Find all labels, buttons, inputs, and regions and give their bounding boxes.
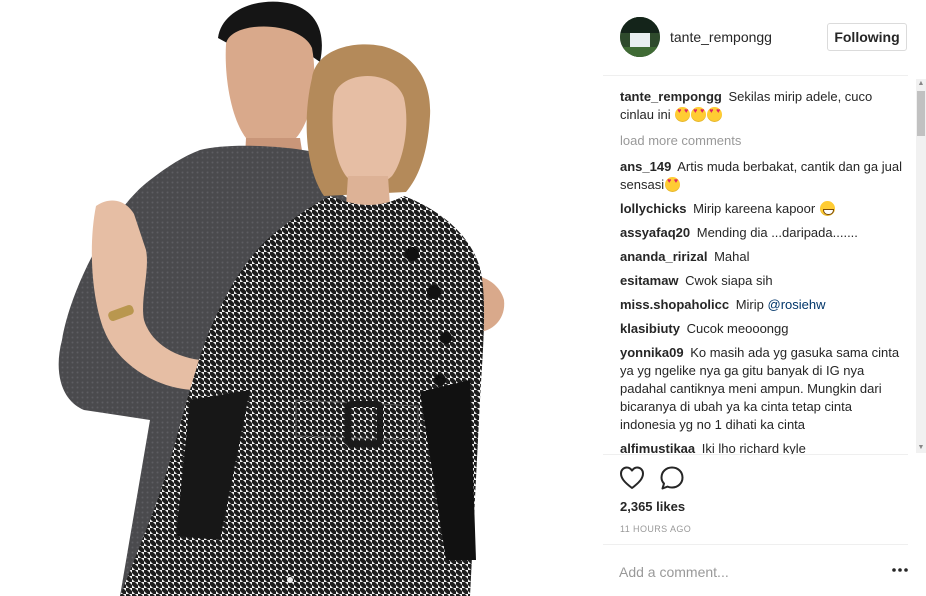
- load-more-comments-link[interactable]: load more comments: [620, 132, 908, 150]
- comment-username[interactable]: yonnika09: [620, 345, 684, 360]
- scroll-thumb[interactable]: [917, 91, 925, 136]
- scroll-down-arrow-icon[interactable]: ▼: [916, 443, 926, 453]
- post-actions: 2,365 likes 11 HOURS AGO: [603, 454, 908, 544]
- comment-input[interactable]: [619, 562, 859, 582]
- post-timestamp[interactable]: 11 HOURS AGO: [620, 524, 691, 534]
- header-username[interactable]: tante_rempongg: [670, 29, 772, 45]
- comment-text: Mending dia ...daripada.......: [696, 225, 858, 240]
- fashion-photo: [0, 0, 603, 596]
- caption-username[interactable]: tante_rempongg: [620, 89, 722, 104]
- comment-item: esitamaw Cwok siapa sih: [620, 272, 908, 290]
- avatar-image: [620, 17, 660, 57]
- comment-username[interactable]: alfimustikaa: [620, 441, 695, 454]
- likes-count[interactable]: 2,365 likes: [620, 499, 685, 514]
- comment-username[interactable]: ananda_ririzal: [620, 249, 707, 264]
- heart-icon[interactable]: [618, 464, 646, 492]
- following-button[interactable]: Following: [827, 23, 907, 51]
- scroll-up-arrow-icon[interactable]: ▲: [916, 79, 926, 89]
- heart-eyes-emoji-icon: [707, 107, 723, 122]
- post-header: tante_rempongg Following: [603, 0, 908, 76]
- post-side-panel: tante_rempongg Following tante_rempongg …: [603, 0, 926, 596]
- comment-item: ans_149 Artis muda berbakat, cantik dan …: [620, 158, 908, 194]
- comment-text: Mirip: [735, 297, 764, 312]
- comment-text: Cucok meooongg: [686, 321, 789, 336]
- comment-item: assyafaq20 Mending dia ...daripada......…: [620, 224, 908, 242]
- comment-text: Cwok siapa sih: [685, 273, 773, 288]
- add-comment-bar: [603, 544, 908, 596]
- heart-eyes-emoji-icon: [665, 177, 681, 192]
- comment-bubble-icon[interactable]: [658, 464, 686, 492]
- comment-text: Iki lho richard kyle: [701, 441, 806, 454]
- post-image[interactable]: [0, 0, 603, 596]
- comment-item: alfimustikaa Iki lho richard kyle: [620, 440, 908, 454]
- comments-list: tante_rempongg Sekilas mirip adele, cuco…: [620, 88, 908, 454]
- heart-eyes-emoji-icon: [675, 107, 691, 122]
- comment-mention-link[interactable]: @rosiehw: [768, 297, 826, 312]
- comment-username[interactable]: assyafaq20: [620, 225, 690, 240]
- comment-item: yonnika09 Ko masih ada yg gasuka sama ci…: [620, 344, 908, 434]
- comment-username[interactable]: lollychicks: [620, 201, 686, 216]
- comment-item: ananda_ririzal Mahal: [620, 248, 908, 266]
- comment-item: miss.shopaholicc Mirip @rosiehw: [620, 296, 908, 314]
- comment-item: klasibiuty Cucok meooongg: [620, 320, 908, 338]
- comment-username[interactable]: klasibiuty: [620, 321, 680, 336]
- comment-item: lollychicks Mirip kareena kapoor: [620, 200, 908, 218]
- comment-username[interactable]: ans_149: [620, 159, 671, 174]
- comment-username[interactable]: esitamaw: [620, 273, 679, 288]
- comment-username[interactable]: miss.shopaholicc: [620, 297, 729, 312]
- caption: tante_rempongg Sekilas mirip adele, cuco…: [620, 88, 908, 124]
- more-options-icon[interactable]: [891, 563, 909, 577]
- heart-eyes-emoji-icon: [691, 107, 707, 122]
- comments-scrollbar[interactable]: ▲ ▼: [916, 79, 926, 453]
- avatar[interactable]: [620, 17, 660, 57]
- comment-text: Mirip kareena kapoor: [693, 201, 816, 216]
- comment-text: Mahal: [714, 249, 750, 264]
- grinning-emoji-icon: [819, 201, 835, 216]
